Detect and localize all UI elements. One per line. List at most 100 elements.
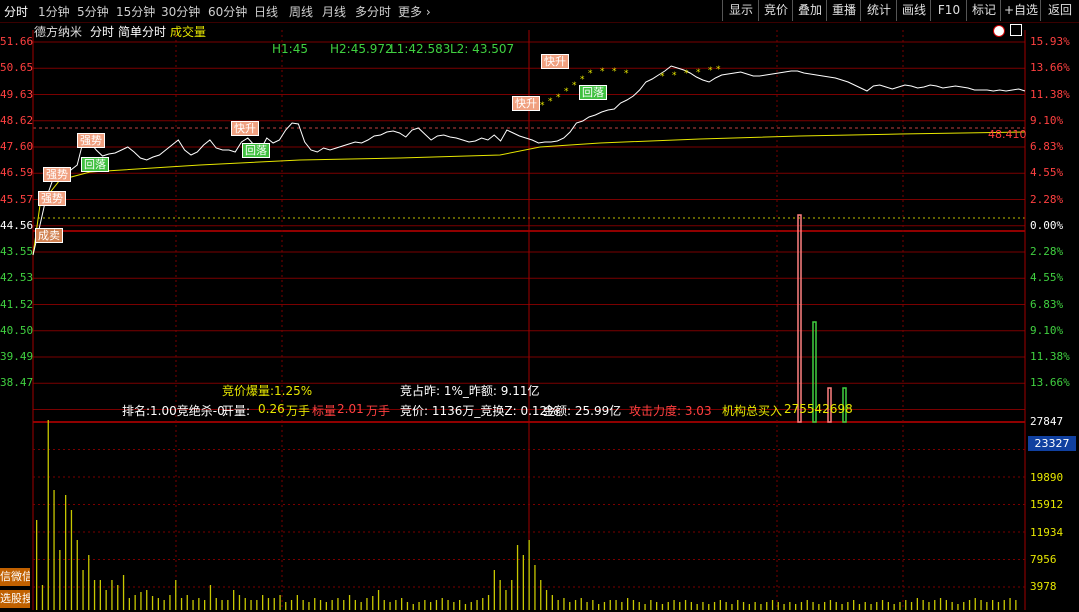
volume-bar [627,598,629,610]
price-tick-label: 46.59 [0,166,34,180]
volume-bar [673,600,675,610]
volume-bar [725,602,727,610]
volume-bar [418,602,420,610]
stock-search-button[interactable]: 选股搜 [0,590,30,608]
volume-bar [742,602,745,610]
volume-bar [557,600,559,610]
open-volume-value: 0.26 [258,402,285,416]
volume-bar [424,600,426,610]
auction-bars [797,214,847,423]
volume-bar [464,604,467,610]
star-marker: * [612,67,617,77]
volume-bar [1009,598,1011,610]
volume-bar [829,600,832,610]
open-volume-label: 开量: [222,404,251,418]
target-volume-value: 2.01 [337,402,364,416]
volume-bar [279,595,281,610]
star-marker: * [548,97,553,107]
percent-tick-label: 4.55% [1030,166,1064,180]
volume-bar [412,604,414,610]
volume-bar [615,600,617,610]
volume-bar [928,602,930,610]
volume-bar [731,604,733,610]
volume-bar [82,570,84,610]
volume-bar [76,540,78,610]
volume-bar [551,595,553,610]
volume-bar [163,600,165,610]
reference-price-label: 48.410 [988,128,1027,141]
volume-bar [435,600,438,610]
price-tick-label: 45.57 [0,192,34,206]
volume-bar [696,604,698,610]
volume-bar [522,555,524,610]
volume-bar [992,600,994,610]
volume-bar [870,604,872,610]
price-tick-label: 42.53 [0,271,34,285]
volume-bar [233,590,235,610]
volume-bar [476,600,478,610]
volume-tick-label: 27847 [1030,415,1064,428]
institution-buy-value: 275542698 [784,402,853,416]
volume-bar [70,510,73,610]
volume-tick-label: 19890 [1030,471,1064,484]
percent-tick-label: 9.10% [1030,323,1064,337]
volume-bar [586,602,588,610]
volume-bar [528,540,530,610]
volume-bar [53,490,55,610]
intraday-chart: * * ***** * * * * * * * * * [32,30,1026,610]
volume-tick-label: 3978 [1030,580,1057,593]
percent-tick-label: 11.38% [1030,87,1070,101]
volume-bar [922,600,924,610]
auction-price-info: 竞价: 1136万_竞换Z: 0.12% [400,404,559,418]
volume-bar [192,600,194,610]
volume-bar [487,595,490,610]
unit-label-1: 万手 [286,404,311,418]
volume-bar [679,602,681,610]
volume-bar [777,602,779,610]
volume-bar [227,600,229,610]
volume-bar [574,600,577,610]
auction-ratio: 竞占昨: 1%_昨额: 9.11亿 [400,384,540,398]
volume-bar [331,600,333,610]
tag-pullback-1: 回落 [81,157,109,172]
volume-bar [470,602,472,610]
volume-bar [939,598,942,610]
volume-bar [354,600,356,610]
volume-bar [650,600,652,610]
volume-bar [997,602,1000,610]
auction-burst: 竞价爆量:1.25% [222,384,313,398]
volume-tick-label: 15912 [1030,498,1064,511]
volume-bar [117,585,119,610]
volume-bar [441,598,443,610]
volume-bar [244,598,246,610]
volume-bar [459,600,461,610]
volume-bar [250,600,252,610]
volume-bar [963,602,965,610]
volume-bar [824,602,826,610]
star-marker: * [600,67,605,77]
wechat-button[interactable]: 信微信 [0,568,30,586]
volume-bar [140,592,142,610]
volume-bar [887,602,889,610]
volume-bar [296,595,298,610]
star-marker: * [580,75,585,85]
volume-bar [198,598,200,610]
volume-bar [406,602,409,610]
institution-buy-label: 机构总买入 [722,404,783,418]
volume-bar [395,600,397,610]
volume-bar [1003,600,1005,610]
volume-bar [806,600,808,610]
volume-bar [893,604,895,610]
volume-bar [348,595,351,610]
volume-bar [800,602,803,610]
tag-pullback-3: 回落 [579,85,607,100]
star-marker: * [684,69,689,79]
volume-bar [621,602,623,610]
volume-bar [910,602,913,610]
percent-tick-label: 13.66% [1030,61,1070,75]
volume-bar [93,580,96,610]
rank-info: 排名:1.00竞绝杀-0. [122,404,229,418]
percent-tick-label: 11.38% [1030,350,1070,363]
volume-bar [881,600,884,610]
volume-bar [760,604,762,610]
